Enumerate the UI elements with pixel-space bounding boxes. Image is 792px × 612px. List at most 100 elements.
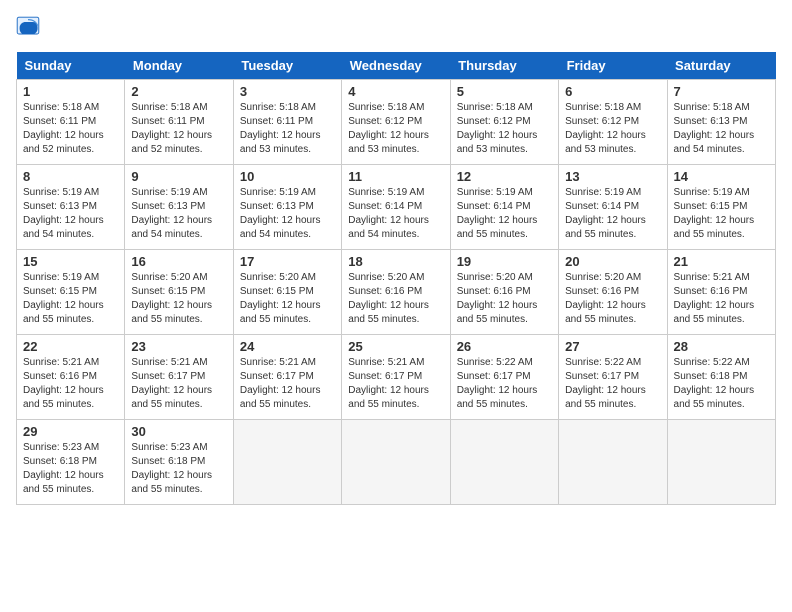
- week-row-1: 1 Sunrise: 5:18 AM Sunset: 6:11 PM Dayli…: [17, 80, 776, 165]
- daylight-label: Daylight: 12 hours: [23, 385, 104, 396]
- daylight-minutes: and 55 minutes.: [565, 399, 636, 410]
- daylight-label: Daylight: 12 hours: [348, 215, 429, 226]
- day-header-friday: Friday: [559, 52, 667, 80]
- daylight-minutes: and 53 minutes.: [240, 144, 311, 155]
- day-info: Sunrise: 5:19 AM Sunset: 6:14 PM Dayligh…: [348, 186, 443, 242]
- daylight-label: Daylight: 12 hours: [457, 300, 538, 311]
- sunset-label: Sunset: 6:13 PM: [674, 116, 748, 127]
- sunrise-label: Sunrise: 5:22 AM: [457, 357, 533, 368]
- sunset-label: Sunset: 6:18 PM: [131, 456, 205, 467]
- sunset-label: Sunset: 6:17 PM: [565, 371, 639, 382]
- calendar-cell: [450, 420, 558, 505]
- sunrise-label: Sunrise: 5:20 AM: [131, 272, 207, 283]
- day-info: Sunrise: 5:18 AM Sunset: 6:12 PM Dayligh…: [348, 101, 443, 157]
- sunset-label: Sunset: 6:14 PM: [565, 201, 639, 212]
- calendar-cell: 28 Sunrise: 5:22 AM Sunset: 6:18 PM Dayl…: [667, 335, 775, 420]
- calendar-cell: 22 Sunrise: 5:21 AM Sunset: 6:16 PM Dayl…: [17, 335, 125, 420]
- calendar-cell: 18 Sunrise: 5:20 AM Sunset: 6:16 PM Dayl…: [342, 250, 450, 335]
- calendar-cell: 24 Sunrise: 5:21 AM Sunset: 6:17 PM Dayl…: [233, 335, 341, 420]
- day-info: Sunrise: 5:21 AM Sunset: 6:17 PM Dayligh…: [348, 356, 443, 412]
- daylight-label: Daylight: 12 hours: [348, 385, 429, 396]
- day-info: Sunrise: 5:19 AM Sunset: 6:13 PM Dayligh…: [23, 186, 118, 242]
- day-header-thursday: Thursday: [450, 52, 558, 80]
- daylight-label: Daylight: 12 hours: [348, 300, 429, 311]
- day-info: Sunrise: 5:19 AM Sunset: 6:14 PM Dayligh…: [457, 186, 552, 242]
- sunset-label: Sunset: 6:11 PM: [131, 116, 204, 127]
- day-number: 22: [23, 339, 118, 354]
- day-number: 28: [674, 339, 769, 354]
- calendar-cell: [667, 420, 775, 505]
- daylight-minutes: and 53 minutes.: [565, 144, 636, 155]
- daylight-label: Daylight: 12 hours: [674, 300, 755, 311]
- daylight-minutes: and 52 minutes.: [131, 144, 202, 155]
- sunrise-label: Sunrise: 5:18 AM: [23, 102, 99, 113]
- day-info: Sunrise: 5:21 AM Sunset: 6:17 PM Dayligh…: [131, 356, 226, 412]
- day-info: Sunrise: 5:21 AM Sunset: 6:17 PM Dayligh…: [240, 356, 335, 412]
- calendar-cell: 6 Sunrise: 5:18 AM Sunset: 6:12 PM Dayli…: [559, 80, 667, 165]
- day-number: 10: [240, 169, 335, 184]
- calendar-cell: 26 Sunrise: 5:22 AM Sunset: 6:17 PM Dayl…: [450, 335, 558, 420]
- daylight-label: Daylight: 12 hours: [131, 470, 212, 481]
- sunrise-label: Sunrise: 5:19 AM: [457, 187, 533, 198]
- sunset-label: Sunset: 6:15 PM: [240, 286, 314, 297]
- logo-icon: [16, 16, 40, 40]
- sunset-label: Sunset: 6:18 PM: [674, 371, 748, 382]
- daylight-label: Daylight: 12 hours: [23, 215, 104, 226]
- calendar-cell: 27 Sunrise: 5:22 AM Sunset: 6:17 PM Dayl…: [559, 335, 667, 420]
- daylight-minutes: and 54 minutes.: [674, 144, 745, 155]
- calendar-table: SundayMondayTuesdayWednesdayThursdayFrid…: [16, 52, 776, 505]
- day-header-tuesday: Tuesday: [233, 52, 341, 80]
- day-info: Sunrise: 5:22 AM Sunset: 6:17 PM Dayligh…: [565, 356, 660, 412]
- sunset-label: Sunset: 6:17 PM: [240, 371, 314, 382]
- daylight-label: Daylight: 12 hours: [131, 130, 212, 141]
- day-number: 25: [348, 339, 443, 354]
- daylight-minutes: and 55 minutes.: [457, 399, 528, 410]
- daylight-minutes: and 55 minutes.: [565, 229, 636, 240]
- sunset-label: Sunset: 6:12 PM: [348, 116, 422, 127]
- daylight-minutes: and 55 minutes.: [23, 484, 94, 495]
- daylight-minutes: and 54 minutes.: [23, 229, 94, 240]
- day-number: 21: [674, 254, 769, 269]
- day-info: Sunrise: 5:18 AM Sunset: 6:13 PM Dayligh…: [674, 101, 769, 157]
- calendar-cell: 10 Sunrise: 5:19 AM Sunset: 6:13 PM Dayl…: [233, 165, 341, 250]
- sunset-label: Sunset: 6:16 PM: [565, 286, 639, 297]
- daylight-minutes: and 55 minutes.: [348, 314, 419, 325]
- daylight-label: Daylight: 12 hours: [565, 215, 646, 226]
- daylight-minutes: and 55 minutes.: [240, 314, 311, 325]
- daylight-label: Daylight: 12 hours: [457, 385, 538, 396]
- calendar-cell: 11 Sunrise: 5:19 AM Sunset: 6:14 PM Dayl…: [342, 165, 450, 250]
- sunrise-label: Sunrise: 5:18 AM: [348, 102, 424, 113]
- daylight-label: Daylight: 12 hours: [240, 215, 321, 226]
- day-info: Sunrise: 5:18 AM Sunset: 6:11 PM Dayligh…: [131, 101, 226, 157]
- sunrise-label: Sunrise: 5:20 AM: [240, 272, 316, 283]
- daylight-minutes: and 55 minutes.: [674, 229, 745, 240]
- day-number: 4: [348, 84, 443, 99]
- day-number: 18: [348, 254, 443, 269]
- daylight-label: Daylight: 12 hours: [565, 300, 646, 311]
- logo: [16, 16, 44, 40]
- calendar-cell: 15 Sunrise: 5:19 AM Sunset: 6:15 PM Dayl…: [17, 250, 125, 335]
- sunrise-label: Sunrise: 5:19 AM: [23, 187, 99, 198]
- day-info: Sunrise: 5:22 AM Sunset: 6:17 PM Dayligh…: [457, 356, 552, 412]
- daylight-label: Daylight: 12 hours: [457, 130, 538, 141]
- day-number: 26: [457, 339, 552, 354]
- calendar-cell: 4 Sunrise: 5:18 AM Sunset: 6:12 PM Dayli…: [342, 80, 450, 165]
- daylight-label: Daylight: 12 hours: [565, 385, 646, 396]
- day-header-saturday: Saturday: [667, 52, 775, 80]
- day-info: Sunrise: 5:18 AM Sunset: 6:11 PM Dayligh…: [23, 101, 118, 157]
- day-info: Sunrise: 5:19 AM Sunset: 6:13 PM Dayligh…: [131, 186, 226, 242]
- day-info: Sunrise: 5:22 AM Sunset: 6:18 PM Dayligh…: [674, 356, 769, 412]
- calendar-cell: 29 Sunrise: 5:23 AM Sunset: 6:18 PM Dayl…: [17, 420, 125, 505]
- sunset-label: Sunset: 6:17 PM: [348, 371, 422, 382]
- day-number: 7: [674, 84, 769, 99]
- daylight-label: Daylight: 12 hours: [131, 300, 212, 311]
- sunrise-label: Sunrise: 5:20 AM: [565, 272, 641, 283]
- sunrise-label: Sunrise: 5:18 AM: [457, 102, 533, 113]
- daylight-minutes: and 55 minutes.: [240, 399, 311, 410]
- sunset-label: Sunset: 6:13 PM: [23, 201, 97, 212]
- calendar-cell: 20 Sunrise: 5:20 AM Sunset: 6:16 PM Dayl…: [559, 250, 667, 335]
- day-number: 29: [23, 424, 118, 439]
- day-number: 15: [23, 254, 118, 269]
- day-info: Sunrise: 5:19 AM Sunset: 6:15 PM Dayligh…: [674, 186, 769, 242]
- day-info: Sunrise: 5:21 AM Sunset: 6:16 PM Dayligh…: [674, 271, 769, 327]
